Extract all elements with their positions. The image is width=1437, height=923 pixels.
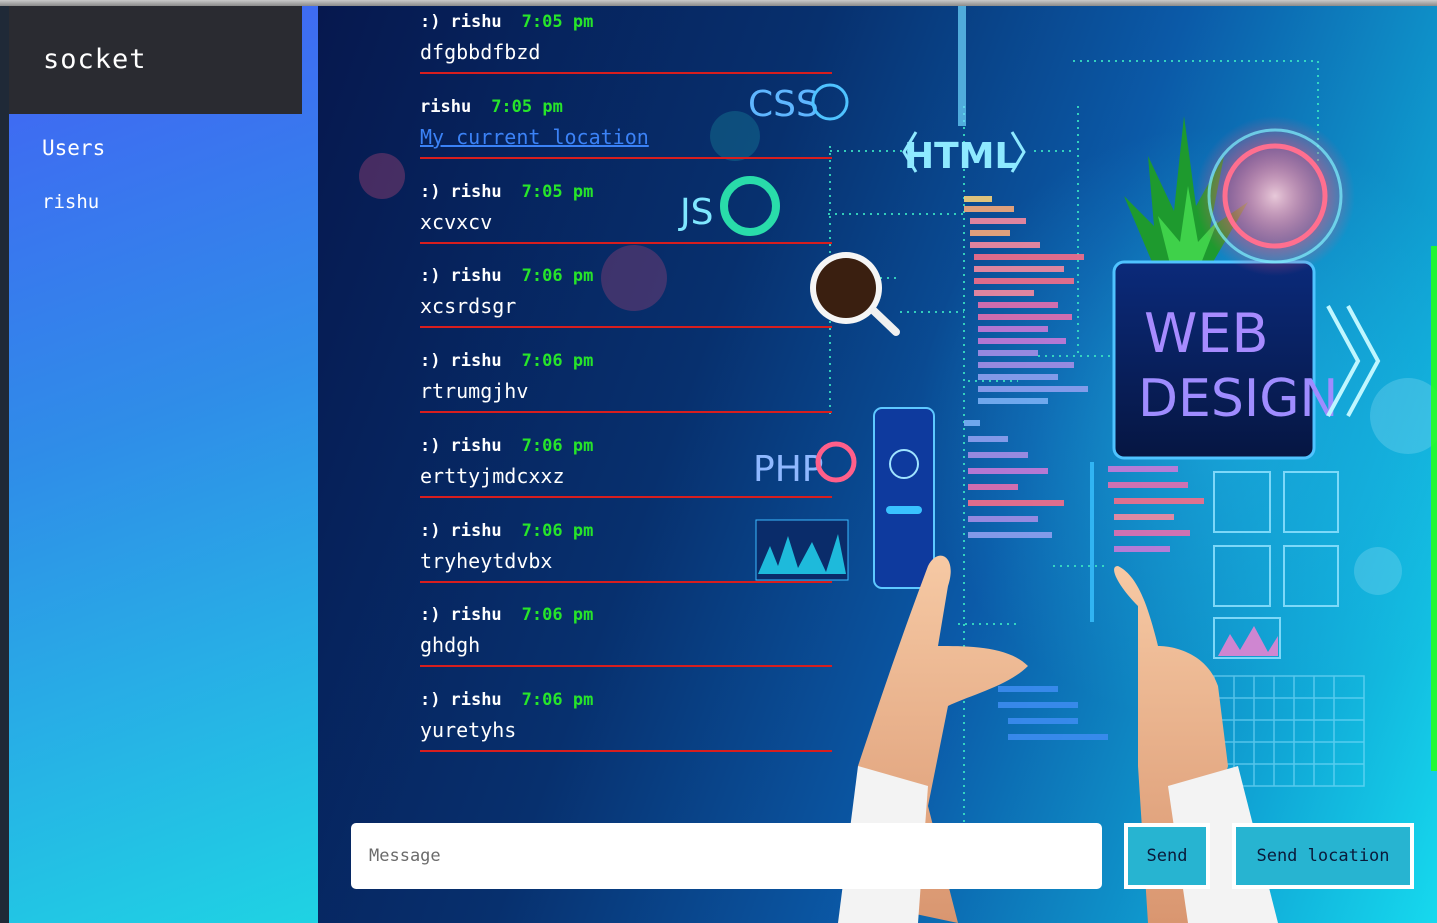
message-item: :) rishu 7:06 pm xcsrdsgr xyxy=(420,262,832,328)
message-author: rishu xyxy=(450,266,502,286)
message-text: dfgbbdfbzd xyxy=(420,40,541,64)
message-item: rishu 7:05 pm My current location xyxy=(420,93,832,159)
message-time: 7:05 pm xyxy=(491,97,563,117)
message-time: 7:06 pm xyxy=(521,521,594,541)
message-author: rishu xyxy=(450,521,502,541)
message-input[interactable] xyxy=(351,823,1102,889)
message-time: 7:06 pm xyxy=(521,436,594,456)
send-button[interactable]: Send xyxy=(1124,823,1210,889)
message-prefix: :) xyxy=(420,12,441,32)
message-prefix: :) xyxy=(420,436,441,456)
message-text: rtrumgjhv xyxy=(420,379,529,403)
message-time: 7:06 pm xyxy=(521,605,594,625)
message-text: xcvxcv xyxy=(420,210,493,234)
message-prefix: :) xyxy=(420,182,441,202)
message-item: :) rishu 7:06 pm ghdgh xyxy=(420,601,832,667)
message-item: :) rishu 7:06 pm erttyjmdcxxz xyxy=(420,432,832,498)
message-author: rishu xyxy=(450,351,502,371)
brand-header: socket xyxy=(9,6,302,114)
message-author: rishu xyxy=(450,605,502,625)
message-item: :) rishu 7:05 pm dfgbbdfbzd xyxy=(420,8,832,74)
app-title: socket xyxy=(43,44,147,75)
message-prefix: :) xyxy=(420,266,441,286)
message-author: rishu xyxy=(450,182,502,202)
user-list-item: rishu xyxy=(42,191,100,213)
message-time: 7:05 pm xyxy=(521,12,594,32)
message-prefix: :) xyxy=(420,605,441,625)
message-time: 7:06 pm xyxy=(521,266,594,286)
message-prefix: :) xyxy=(420,521,441,541)
message-item: :) rishu 7:06 pm tryheytdvbx xyxy=(420,517,832,583)
window-left-edge xyxy=(0,6,9,923)
message-author: rishu xyxy=(450,690,502,710)
message-item: :) rishu 7:05 pm xcvxcv xyxy=(420,178,832,244)
web-art-label: WEB xyxy=(1144,302,1269,365)
design-art-label: DESIGN xyxy=(1138,369,1338,429)
message-time: 7:06 pm xyxy=(521,351,594,371)
message-text: yuretyhs xyxy=(420,718,517,742)
html-art-label: HTML xyxy=(904,136,1017,177)
message-item: :) rishu 7:06 pm rtrumgjhv xyxy=(420,347,832,413)
message-author: rishu xyxy=(420,97,472,117)
users-heading: Users xyxy=(42,136,106,160)
sidebar: socket Users rishu xyxy=(9,6,318,923)
message-author: rishu xyxy=(450,12,502,32)
message-text: tryheytdvbx xyxy=(420,549,553,573)
message-time: 7:06 pm xyxy=(521,690,594,710)
message-text: xcsrdsgr xyxy=(420,294,517,318)
message-author: rishu xyxy=(450,436,502,456)
message-item: :) rishu 7:06 pm yuretyhs xyxy=(420,686,832,752)
location-link[interactable]: My current location xyxy=(420,125,649,149)
send-location-button[interactable]: Send location xyxy=(1232,823,1414,889)
message-prefix: :) xyxy=(420,690,441,710)
message-time: 7:05 pm xyxy=(521,182,594,202)
message-prefix: :) xyxy=(420,351,441,371)
message-text: ghdgh xyxy=(420,633,481,657)
chat-area: CSS HTML JS PHP WEB DESIGN:) rishu 7:05… xyxy=(318,6,1437,923)
message-text: erttyjmdcxxz xyxy=(420,464,565,488)
